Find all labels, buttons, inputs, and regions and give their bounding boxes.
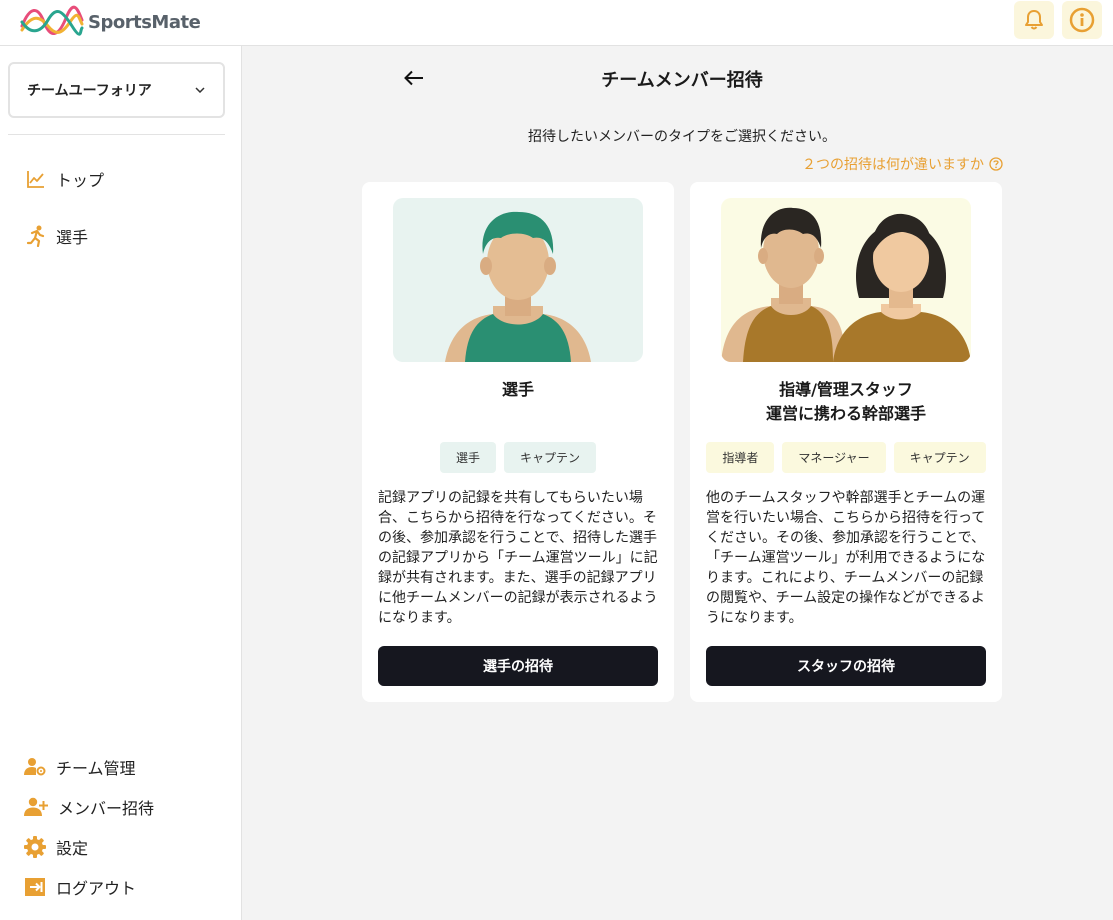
team-select[interactable]: チームユーフォリア: [8, 62, 225, 118]
tag: 選手: [439, 442, 496, 473]
player-card-title: 選手: [501, 380, 534, 399]
sidebar-item-label: チーム管理: [56, 759, 136, 778]
tag: 指導者: [706, 442, 775, 473]
staff-card-description: 他のチームスタッフや幹部選手とチームの運営を行いたい場合、こちらから招待を行って…: [706, 490, 986, 626]
top-bar: SportsMate: [0, 0, 1113, 46]
invite-player-button[interactable]: 選手の招待: [378, 646, 658, 686]
staff-tags: 指導者 マネージャー キャプテン: [690, 442, 1002, 473]
tag: マネージャー: [782, 442, 886, 473]
sidebar-item-label: メンバー招待: [58, 799, 155, 818]
main-content: チームメンバー招待 招待したいメンバーのタイプをご選択ください。 ２つの招待は何…: [242, 46, 1113, 920]
sidebar-item-settings[interactable]: 設定: [24, 835, 88, 859]
sidebar-item-label: 設定: [56, 839, 89, 858]
team-select-value: チームユーフォリア: [27, 83, 152, 99]
bell-icon: [1025, 10, 1043, 30]
staff-card-title-line1: 指導/管理スタッフ: [779, 380, 913, 399]
difference-help-link[interactable]: ２つの招待は何が違いますか: [802, 154, 1003, 174]
app-logo[interactable]: SportsMate: [20, 4, 201, 40]
page-title: チームメンバー招待: [601, 70, 763, 91]
chart-icon: [27, 171, 44, 188]
add-user-icon: [24, 797, 48, 816]
sidebar-item-invite-member[interactable]: メンバー招待: [24, 795, 154, 819]
info-button[interactable]: [1062, 1, 1102, 39]
team-settings-icon: [24, 758, 46, 776]
staff-card-title: 指導/管理スタッフ 運営に携わる幹部選手: [690, 378, 1002, 426]
staff-card-title-line2: 運営に携わる幹部選手: [765, 404, 926, 423]
sidebar-divider: [8, 134, 225, 135]
sidebar-item-label: ログアウト: [56, 879, 137, 898]
runner-icon: [26, 225, 45, 247]
chevron-down-icon: [195, 87, 205, 93]
notification-button[interactable]: [1014, 1, 1054, 39]
sidebar-item-label: 選手: [56, 228, 89, 247]
staff-illustration: [721, 198, 971, 362]
instruction-text: 招待したいメンバーのタイプをご選択ください。: [528, 129, 836, 145]
info-icon: [1069, 7, 1095, 33]
logo-text: SportsMate: [88, 11, 201, 33]
tag: キャプテン: [893, 442, 986, 473]
sidebar-item-players[interactable]: 選手: [26, 224, 88, 248]
sidebar-item-logout[interactable]: ログアウト: [24, 875, 136, 899]
player-illustration: [393, 198, 643, 362]
player-invite-card: 選手 選手 キャプテン 記録アプリの記録を共有してもらいたい場合、こちらから招待…: [362, 182, 674, 702]
logout-icon: [25, 878, 45, 896]
player-tags: 選手 キャプテン: [362, 442, 674, 473]
gear-icon: [24, 836, 46, 858]
sidebar: チームユーフォリア トップ 選手 チーム管理 メンバー招待 設定 ログアウト: [0, 46, 242, 920]
difference-help-label: ２つの招待は何が違いますか: [802, 157, 984, 173]
tag: キャプテン: [504, 442, 597, 473]
sidebar-item-team-management[interactable]: チーム管理: [24, 755, 136, 779]
sidebar-item-label: トップ: [56, 171, 105, 190]
player-card-description: 記録アプリの記録を共有してもらいたい場合、こちらから招待を行なってください。その…: [378, 490, 658, 626]
logo-wave-icon: [20, 5, 84, 36]
invite-staff-button[interactable]: スタッフの招待: [706, 646, 986, 686]
sidebar-item-top[interactable]: トップ: [26, 167, 104, 191]
staff-invite-card: 指導/管理スタッフ 運営に携わる幹部選手 指導者 マネージャー キャプテン 他の…: [690, 182, 1002, 702]
help-circle-icon: [989, 157, 1003, 171]
